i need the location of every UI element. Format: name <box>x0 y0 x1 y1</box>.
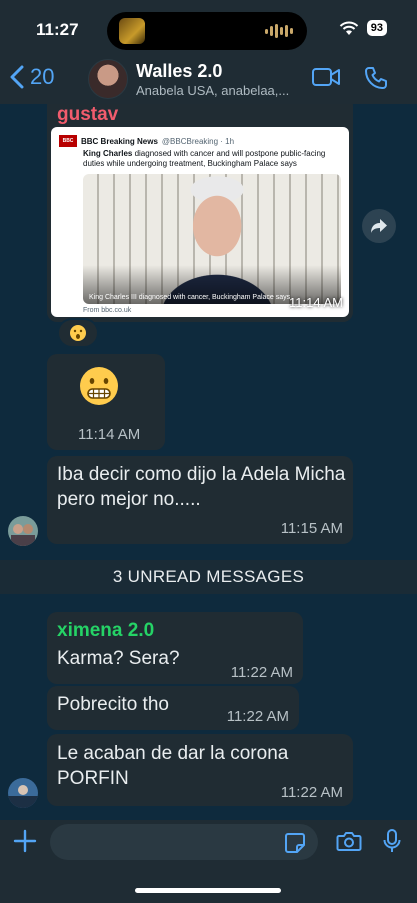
chat-title[interactable]: Walles 2.0 <box>136 61 222 82</box>
sender-avatar[interactable] <box>8 778 38 808</box>
message-reaction[interactable] <box>57 318 99 348</box>
tweet-handle: @BBCBreaking · 1h <box>161 136 235 146</box>
tweet-source: From bbc.co.uk <box>83 307 132 314</box>
message-bubble-ximena[interactable]: ximena 2.0 Karma? Sera? 11:22 AM <box>47 612 303 684</box>
status-bar: 11:27 93 <box>0 0 417 56</box>
chevron-left-icon <box>10 65 24 89</box>
message-sender: gustav <box>57 104 119 125</box>
forward-button[interactable] <box>362 209 396 243</box>
bbc-news-logo: BBC <box>59 135 77 147</box>
message-text: Le acaban de dar la corona PORFIN <box>57 743 289 789</box>
unread-messages-banner: 3 UNREAD MESSAGES <box>0 560 417 594</box>
message-time: 11:22 AM <box>226 708 289 725</box>
message-input-bar <box>0 820 417 903</box>
chat-participants[interactable]: Anabela USA, anabelaa,... <box>136 83 311 98</box>
message-bubble-ximena[interactable]: Le acaban de dar la corona PORFIN 11:22 … <box>47 734 353 806</box>
tweet-account: BBC Breaking News <box>81 136 158 146</box>
voice-call-button[interactable] <box>364 66 388 95</box>
message-bubble-emoji[interactable]: 11:14 AM <box>47 354 165 450</box>
message-time: 11:22 AM <box>230 664 293 681</box>
sticker-icon <box>285 833 305 853</box>
status-time: 11:27 <box>36 20 79 39</box>
plus-icon <box>13 829 37 853</box>
now-playing-artwork <box>119 18 145 44</box>
message-time: 11:14 AM <box>289 295 343 310</box>
message-time: 11:22 AM <box>280 784 343 801</box>
back-button[interactable]: 20 <box>10 64 54 90</box>
message-time: 11:15 AM <box>280 520 343 537</box>
grimacing-face-icon <box>80 367 118 405</box>
wifi-icon <box>339 21 358 35</box>
video-call-button[interactable] <box>311 66 341 93</box>
group-avatar[interactable] <box>88 59 128 99</box>
dynamic-island[interactable] <box>107 12 307 50</box>
message-text: Pobrecito tho <box>57 694 169 715</box>
message-bubble-ximena[interactable]: Pobrecito tho 11:22 AM <box>47 686 299 730</box>
forward-arrow-icon <box>371 219 387 233</box>
message-time: 11:14 AM <box>78 426 141 443</box>
message-text: Karma? Sera? <box>57 648 180 669</box>
tweet-text-bold: King Charles <box>83 149 133 158</box>
tweet-header: BBC BBC Breaking News @BBCBreaking · 1h <box>59 135 234 147</box>
sticker-button[interactable] <box>284 832 306 859</box>
camera-button[interactable] <box>336 830 362 857</box>
sender-avatar-image <box>8 516 38 546</box>
message-sender: ximena 2.0 <box>57 620 155 641</box>
microphone-icon <box>383 829 401 852</box>
tweet-text: King Charles diagnosed with cancer and w… <box>83 149 341 169</box>
tweet-preview[interactable]: BBC BBC Breaking News @BBCBreaking · 1h … <box>51 127 349 317</box>
home-indicator[interactable] <box>135 888 281 893</box>
battery-indicator: 93 <box>366 20 387 36</box>
sender-avatar[interactable] <box>8 516 38 546</box>
phone-icon <box>365 67 387 89</box>
tweet-image-caption: King Charles III diagnosed with cancer, … <box>89 294 291 301</box>
surprised-face-icon <box>70 325 86 341</box>
audio-wave-icon <box>265 24 293 38</box>
sender-avatar-image <box>8 778 38 808</box>
chat-messages-area[interactable]: gustav BBC BBC Breaking News @BBCBreakin… <box>0 104 417 820</box>
message-text: Iba decir como dijo la Adela Micha pero … <box>57 464 346 510</box>
message-bubble-text[interactable]: Iba decir como dijo la Adela Micha pero … <box>47 456 353 544</box>
video-camera-icon <box>312 68 340 86</box>
attach-button[interactable] <box>12 828 38 854</box>
unread-chats-count: 20 <box>30 64 55 89</box>
tweet-photo <box>83 174 341 304</box>
chat-header: 20 Walles 2.0 Anabela USA, anabelaa,... <box>0 56 417 104</box>
message-input[interactable] <box>50 824 318 860</box>
microphone-button[interactable] <box>382 828 402 859</box>
camera-icon <box>336 832 362 851</box>
